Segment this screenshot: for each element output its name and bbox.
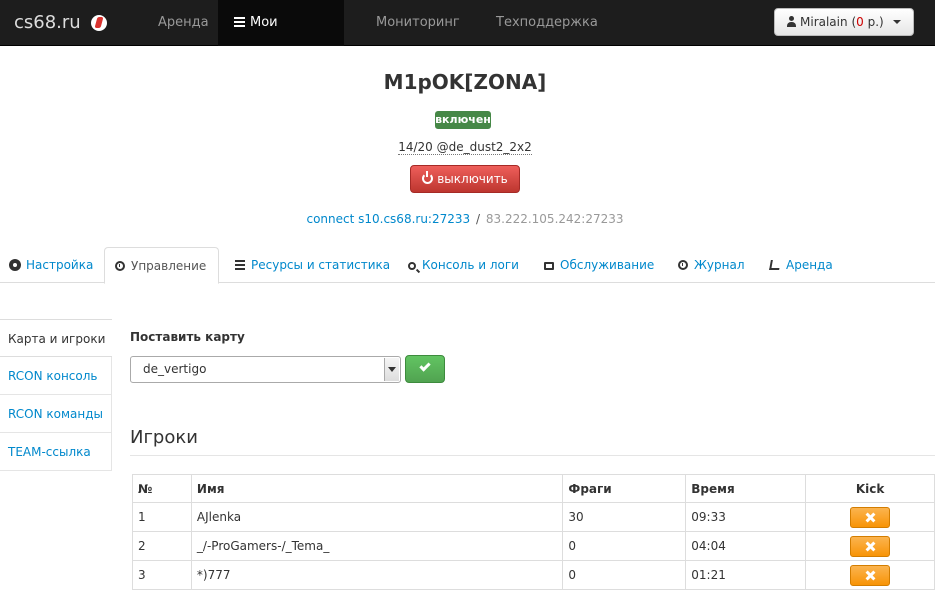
tab-maintenance-label: Обслуживание — [560, 258, 655, 272]
list-icon — [235, 260, 245, 270]
side-item-map-players[interactable]: Карта и игроки — [0, 319, 112, 357]
map-select[interactable]: de_vertigo — [130, 356, 401, 383]
cart-icon — [769, 260, 781, 270]
col-time: Время — [685, 474, 807, 503]
tab-journal[interactable]: Журнал — [668, 247, 755, 283]
user-menu-button[interactable]: Miralain (0 р.) — [774, 8, 914, 36]
player-num: 1 — [132, 502, 192, 532]
close-icon — [866, 571, 875, 580]
kick-button[interactable] — [850, 535, 891, 557]
chevron-down-icon[interactable] — [384, 358, 399, 381]
tab-management-label: Управление — [131, 259, 207, 273]
player-name: *)777 — [190, 560, 564, 590]
clock-icon — [678, 260, 688, 270]
nav-my-servers[interactable]: Мои серверы — [218, 0, 344, 76]
nav-support[interactable]: Техподдержка — [480, 0, 614, 46]
chevron-down-icon — [892, 20, 901, 24]
players-map-text[interactable]: 14/20 @de_dust2_2x2 — [398, 140, 532, 155]
power-off-label: выключить — [437, 172, 508, 186]
kick-cell — [805, 560, 935, 590]
close-icon — [866, 542, 875, 551]
status-badge: включен — [435, 111, 491, 129]
server-title: M1pOK[ZONA] — [383, 70, 547, 94]
table-row: 1 AJlenka 30 09:33 — [132, 502, 935, 532]
server-tabs: Настройка Управление Ресурсы и статистик… — [0, 247, 935, 284]
connect-link[interactable]: connect s10.cs68.ru:27233 — [306, 212, 470, 226]
col-name: Имя — [190, 474, 564, 503]
kick-button[interactable] — [850, 564, 891, 586]
close-icon — [866, 513, 875, 522]
player-time: 09:33 — [685, 502, 807, 532]
connect-separator: / — [475, 212, 481, 226]
clock-icon — [115, 261, 125, 271]
brand-name[interactable]: cs68.ru — [14, 12, 81, 33]
tab-resources-label: Ресурсы и статистика — [251, 258, 391, 272]
table-row: 3 *)777 0 01:21 — [132, 560, 935, 590]
map-select-value: de_vertigo — [143, 362, 207, 376]
tab-console-label: Консоль и логи — [422, 258, 519, 272]
player-time: 01:21 — [685, 560, 807, 590]
top-navbar: cs68.ru Аренда Мои серверы Мониторинг Те… — [0, 0, 935, 76]
side-item-team-link[interactable]: TEAM-ссылка — [0, 433, 112, 471]
power-off-button[interactable]: выключить — [410, 165, 520, 193]
cs-logo-icon — [90, 14, 107, 31]
player-name: AJlenka — [190, 502, 564, 532]
user-icon — [787, 16, 796, 27]
table-row: 2 _/-ProGamers-/_Tema_ 0 04:04 — [132, 531, 935, 561]
player-num: 2 — [132, 531, 192, 561]
player-frags: 0 — [562, 560, 687, 590]
col-kick: Kick — [805, 474, 935, 503]
nav-monitoring[interactable]: Мониторинг — [360, 0, 476, 46]
gear-icon — [10, 260, 20, 270]
tab-settings-label: Настройка — [26, 258, 94, 272]
table-header-row: № Имя Фраги Время Kick — [132, 474, 935, 503]
search-icon — [408, 262, 416, 270]
server-ip: 83.222.105.242:27233 — [485, 212, 624, 226]
kick-cell — [805, 502, 935, 532]
player-frags: 30 — [562, 502, 687, 532]
player-num: 3 — [132, 560, 192, 590]
tab-journal-label: Журнал — [694, 258, 745, 272]
divider — [130, 455, 935, 456]
tab-console[interactable]: Консоль и логи — [398, 247, 529, 283]
players-table: № Имя Фраги Время Kick 1 AJlenka 30 09:3… — [132, 474, 935, 590]
kick-cell — [805, 531, 935, 561]
user-balance: (0 р.) — [851, 15, 884, 29]
list-icon — [234, 17, 245, 27]
side-item-rcon-commands[interactable]: RCON команды — [0, 395, 112, 433]
check-icon — [419, 360, 431, 372]
player-frags: 0 — [562, 531, 687, 561]
players-heading: Игроки — [130, 427, 198, 448]
tab-resources[interactable]: Ресурсы и статистика — [225, 247, 400, 283]
kick-button[interactable] — [850, 506, 891, 528]
player-name: _/-ProGamers-/_Tema_ — [190, 531, 564, 561]
player-time: 04:04 — [685, 531, 807, 561]
col-num: № — [132, 474, 192, 503]
power-icon — [422, 171, 434, 184]
user-name: Miralain — [800, 15, 848, 29]
nav-rent[interactable]: Аренда — [142, 0, 225, 46]
tab-maintenance[interactable]: Обслуживание — [534, 247, 664, 283]
side-item-rcon-console[interactable]: RCON консоль — [0, 357, 112, 395]
players-map-info: 14/20 @de_dust2_2x2 — [0, 140, 930, 155]
tab-rent-label: Аренда — [786, 258, 833, 272]
brand-logo[interactable]: cs68.ru — [14, 12, 107, 33]
apply-map-button[interactable] — [405, 355, 445, 383]
tab-settings[interactable]: Настройка — [0, 247, 103, 283]
connect-info: connect s10.cs68.ru:27233 / 83.222.105.2… — [0, 212, 930, 226]
side-nav: Карта и игроки RCON консоль RCON команды… — [0, 319, 112, 471]
set-map-label: Поставить карту — [130, 330, 245, 344]
tab-management[interactable]: Управление — [104, 247, 219, 284]
tab-rent[interactable]: Аренда — [760, 247, 843, 283]
col-frags: Фраги — [562, 474, 687, 503]
retweet-icon — [544, 262, 554, 270]
